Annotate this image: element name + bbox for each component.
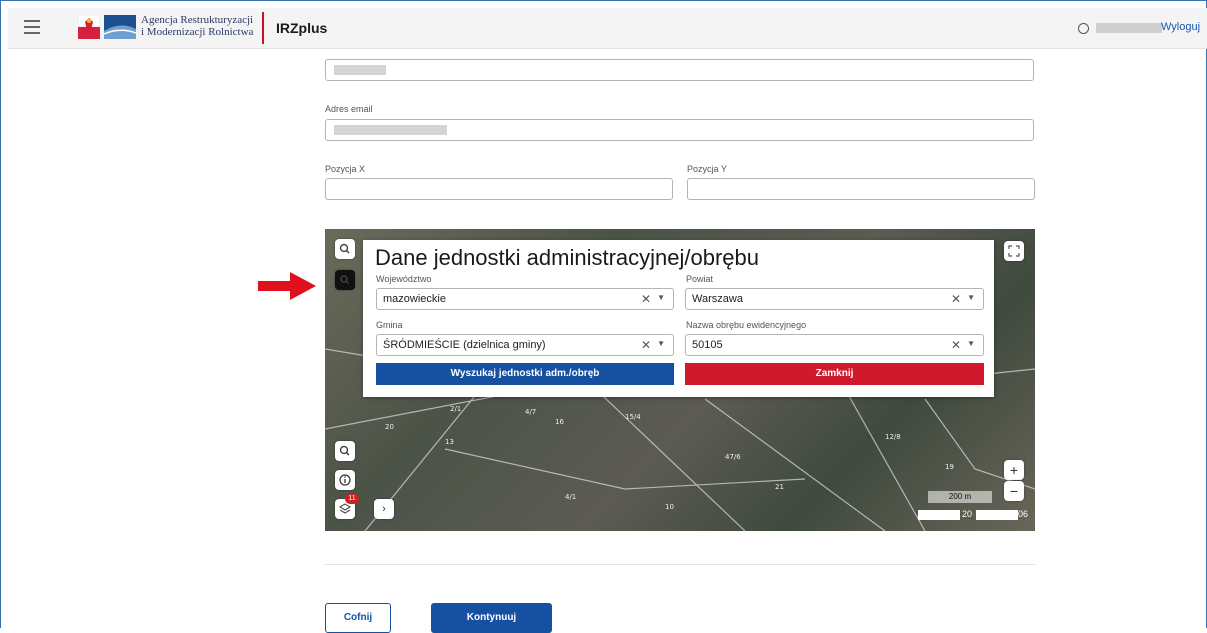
agency-logo-icon (104, 15, 136, 39)
svg-text:4/1: 4/1 (565, 493, 576, 501)
commune-select[interactable]: ŚRÓDMIEŚCIE (dzielnica gminy) ✕ ▼ (376, 334, 674, 356)
svg-text:13: 13 (445, 438, 454, 446)
poland-emblem-icon (78, 15, 100, 39)
zoom-in-button[interactable]: + (1004, 460, 1024, 480)
masked-email (334, 125, 447, 135)
user-icon (1078, 23, 1089, 34)
county-value: Warszawa (692, 293, 743, 305)
chevron-down-icon[interactable]: ▼ (967, 339, 975, 348)
voivodeship-label: Województwo (376, 274, 432, 284)
svg-text:10: 10 (665, 503, 674, 511)
masked-value (334, 65, 386, 75)
svg-text:16: 16 (555, 418, 564, 426)
expand-sidebar-button[interactable]: › (374, 499, 394, 519)
fullscreen-button[interactable] (1004, 241, 1024, 261)
email-label: Adres email (325, 104, 373, 114)
clear-icon[interactable]: ✕ (951, 292, 961, 306)
position-x-field[interactable] (325, 178, 673, 200)
header-divider (262, 12, 264, 44)
window-frame-left (0, 0, 1, 628)
clear-icon[interactable]: ✕ (951, 338, 961, 352)
search-icon (339, 243, 350, 254)
layers-count-badge: 11 (345, 494, 359, 504)
info-button[interactable] (335, 470, 355, 490)
coordinates-fragment-1: 20 (962, 509, 973, 519)
search-unit-button[interactable] (335, 270, 355, 290)
svg-text:21: 21 (775, 483, 784, 491)
svg-text:47/6: 47/6 (725, 453, 741, 461)
svg-text:15/4: 15/4 (625, 413, 641, 421)
zoom-search-button[interactable] (335, 441, 355, 461)
window-frame-top (0, 0, 1207, 1)
logout-link[interactable]: Wyloguj (1161, 21, 1200, 33)
clear-icon[interactable]: ✕ (641, 338, 651, 352)
search-map-button[interactable] (335, 239, 355, 259)
position-y-field[interactable] (687, 178, 1035, 200)
svg-text:19: 19 (945, 463, 954, 471)
app-title: IRZplus (276, 20, 328, 36)
voivodeship-select[interactable]: mazowieckie ✕ ▼ (376, 288, 674, 310)
zoom-magnifier-icon (339, 445, 350, 456)
clear-icon[interactable]: ✕ (641, 292, 651, 306)
commune-value: ŚRÓDMIEŚCIE (dzielnica gminy) (383, 339, 546, 351)
search-icon (340, 275, 349, 284)
map-scale: 200 m (928, 491, 992, 503)
agency-name: Agencja Restrukturyzacji i Modernizacji … (141, 14, 254, 38)
chevron-down-icon[interactable]: ▼ (967, 293, 975, 302)
coordinates-masked (918, 510, 960, 520)
coordinates-masked-2 (976, 510, 1018, 520)
close-dialog-button[interactable]: Zamknij (685, 363, 984, 385)
app-header: Agencja Restrukturyzacji i Modernizacji … (8, 8, 1207, 49)
menu-icon[interactable] (24, 20, 40, 34)
svg-text:4/7: 4/7 (525, 408, 536, 416)
fullscreen-icon (1008, 245, 1020, 257)
svg-text:2/1: 2/1 (450, 405, 461, 413)
position-y-label: Pozycja Y (687, 164, 727, 174)
precinct-value: 50105 (692, 339, 723, 351)
county-label: Powiat (686, 274, 714, 284)
svg-text:12/8: 12/8 (885, 433, 901, 441)
dialog-title: Dane jednostki administracyjnej/obrębu (375, 245, 759, 270)
county-select[interactable]: Warszawa ✕ ▼ (685, 288, 984, 310)
chevron-down-icon[interactable]: ▼ (657, 339, 665, 348)
username-masked (1096, 23, 1162, 33)
email-field[interactable] (325, 119, 1034, 141)
commune-label: Gmina (376, 320, 403, 330)
search-unit-submit-button[interactable]: Wyszukaj jednostki adm./obręb (376, 363, 674, 385)
coordinates-fragment-2: 06 (1018, 509, 1029, 519)
voivodeship-value: mazowieckie (383, 293, 446, 305)
back-button[interactable]: Cofnij (325, 603, 391, 633)
pointer-arrow-icon (258, 272, 316, 300)
svg-text:20: 20 (385, 423, 394, 431)
name-field[interactable] (325, 59, 1034, 81)
info-icon (339, 474, 351, 486)
precinct-select[interactable]: 50105 ✕ ▼ (685, 334, 984, 356)
precinct-label: Nazwa obrębu ewidencyjnego (686, 320, 807, 330)
position-x-label: Pozycja X (325, 164, 366, 174)
zoom-out-button[interactable]: − (1004, 481, 1024, 501)
section-divider (325, 564, 1035, 565)
chevron-down-icon[interactable]: ▼ (657, 293, 665, 302)
continue-button[interactable]: Kontynuuj (431, 603, 552, 633)
admin-unit-dialog: Dane jednostki administracyjnej/obrębu W… (363, 240, 994, 397)
